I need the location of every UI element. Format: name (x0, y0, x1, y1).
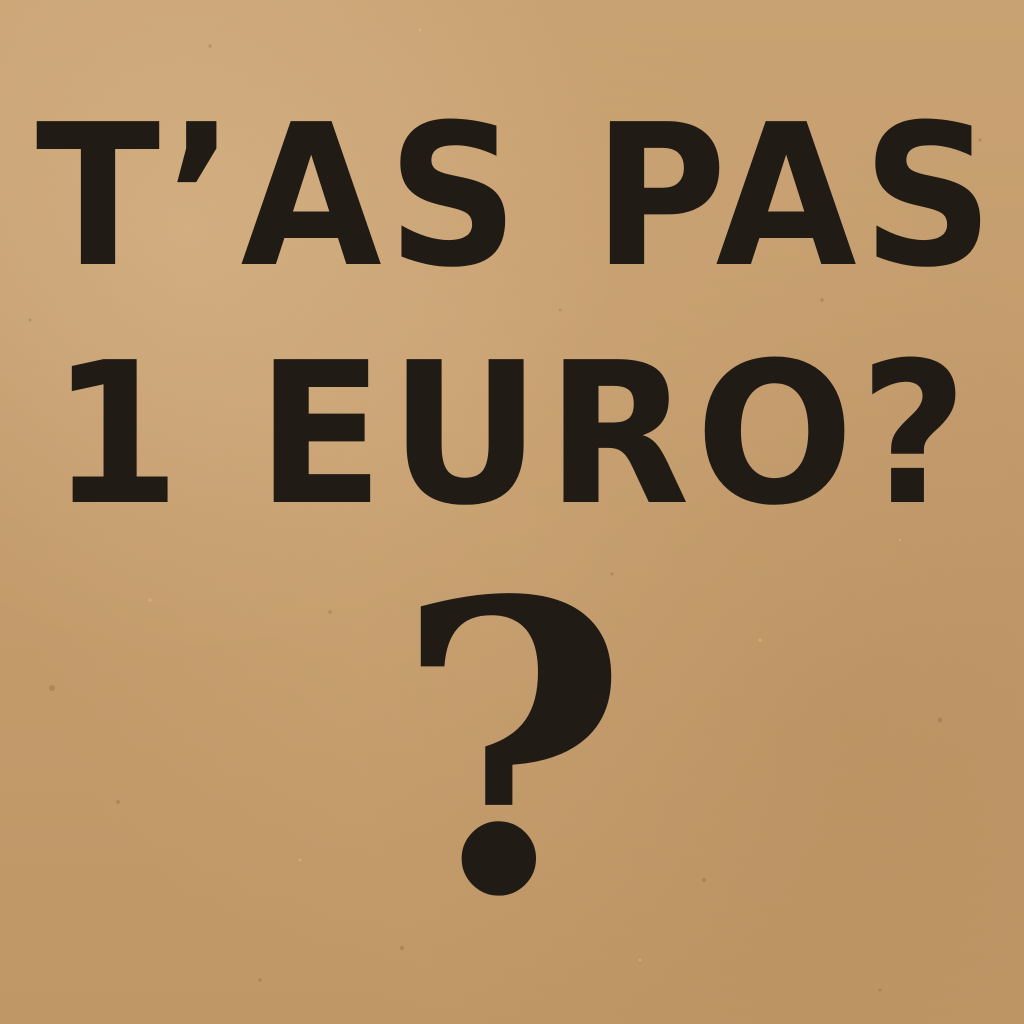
sign-line-2: 1 EURO? (50, 321, 974, 549)
question-mark: ? (394, 515, 630, 985)
sign-line-1: T’AS PAS (35, 83, 1000, 311)
cardboard-sign: T’AS PAS 1 EURO? ? (0, 0, 1024, 1024)
